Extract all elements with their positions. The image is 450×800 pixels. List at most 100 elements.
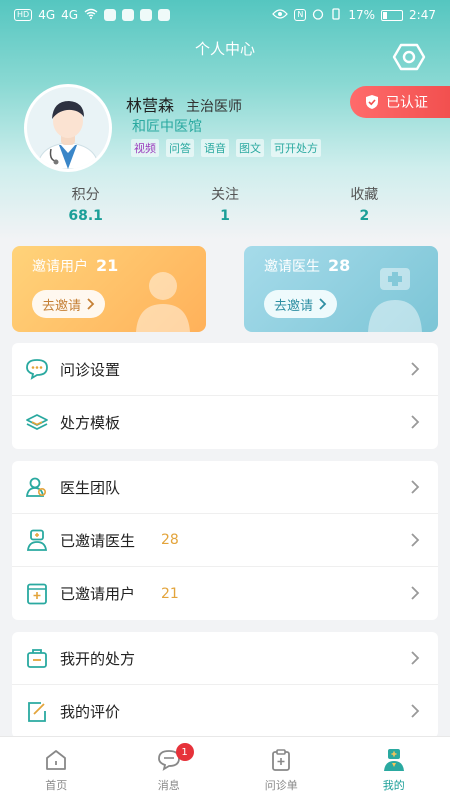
doctor-title: 主治医师 — [186, 99, 243, 115]
signal-icon: 4G — [38, 8, 56, 22]
tab-mine[interactable]: 我的 — [338, 737, 450, 800]
wifi-icon — [84, 8, 98, 22]
invite-doctors-button[interactable]: 去邀请 — [264, 290, 338, 318]
menu-item-prescription-template[interactable]: 处方模板 — [12, 396, 438, 449]
chevron-right-icon — [87, 298, 95, 310]
bottom-tab-bar: 首页 1 消息 问诊单 我的 — [0, 736, 450, 800]
doctor-name-row: 林营森 主治医师 — [126, 92, 242, 116]
chevron-right-icon — [319, 298, 327, 310]
invited-doctors-count: 28 — [161, 532, 179, 548]
settings-hexagon-icon — [392, 43, 426, 71]
alarm-icon — [312, 8, 324, 23]
menu-item-my-reviews[interactable]: 我的评价 — [12, 685, 438, 738]
invite-users-card[interactable]: 邀请用户 21 去邀请 — [12, 246, 206, 332]
tag-voice: 语音 — [201, 139, 229, 157]
stat-label: 积分 — [71, 187, 100, 203]
menu-group-consult: 问诊设置 处方模板 — [12, 343, 438, 449]
invite-users-title-row: 邀请用户 21 — [32, 256, 118, 276]
invite-doctors-card[interactable]: 邀请医生 28 去邀请 — [244, 246, 438, 332]
menu-label: 处方模板 — [60, 414, 121, 432]
menu-label: 已邀请医生 — [60, 531, 136, 550]
stat-value: 2 — [359, 208, 370, 224]
menu-group-team: 医生团队 已邀请医生 28 已邀请用户 21 — [12, 461, 438, 620]
menu-item-doctor-team[interactable]: 医生团队 — [12, 461, 438, 514]
signal-icon-2: 4G — [61, 8, 79, 22]
shield-check-icon — [366, 95, 378, 109]
page-title: 个人中心 — [194, 40, 255, 58]
menu-item-my-prescriptions[interactable]: 我开的处方 — [12, 632, 438, 685]
settings-button[interactable] — [392, 40, 426, 74]
menu-group-records: 我开的处方 我的评价 — [12, 632, 438, 738]
invite-users-count: 21 — [96, 256, 119, 275]
tab-consult-orders[interactable]: 问诊单 — [225, 737, 338, 800]
chevron-right-icon — [411, 586, 420, 600]
menu-label: 问诊设置 — [60, 360, 121, 379]
stat-favorites[interactable]: 收藏 2 — [304, 184, 424, 224]
invite-doctors-title: 邀请医生 — [264, 259, 320, 275]
clipboard-icon — [272, 749, 291, 771]
chevron-right-icon — [411, 704, 420, 718]
edit-note-icon — [24, 699, 50, 725]
doctor-silhouette-icon — [368, 268, 422, 332]
stat-following[interactable]: 关注 1 — [165, 184, 285, 224]
hospital-name: 和匠中医馆 — [132, 119, 202, 135]
user-silhouette-icon — [136, 272, 190, 332]
team-icon — [24, 474, 50, 500]
status-bar: HD 4G 4G N 17% 2:47 — [0, 0, 450, 30]
chevron-right-icon — [411, 415, 420, 429]
tag-text: 图文 — [236, 139, 264, 157]
tag-video: 视频 — [131, 139, 159, 157]
chat-bubble-icon — [24, 356, 50, 382]
doctor-avatar[interactable] — [24, 84, 112, 172]
stat-label: 关注 — [210, 187, 239, 203]
app-notification-icon-4 — [158, 9, 171, 21]
app-notification-icon — [104, 9, 117, 21]
tab-label: 首页 — [45, 779, 68, 792]
unread-badge: 1 — [175, 743, 194, 761]
stat-points[interactable]: 积分 68.1 — [26, 184, 146, 224]
tab-label: 我的 — [382, 779, 405, 792]
tab-label: 问诊单 — [264, 779, 298, 792]
clock: 2:47 — [409, 8, 436, 22]
medicine-box-icon — [24, 645, 50, 671]
battery-icon — [381, 9, 404, 21]
menu-item-invited-doctors[interactable]: 已邀请医生 28 — [12, 514, 438, 567]
eye-icon — [272, 8, 289, 22]
app-notification-icon-2 — [122, 9, 135, 21]
tab-messages[interactable]: 1 消息 — [113, 737, 226, 800]
doctor-profile-icon — [383, 749, 404, 771]
menu-item-invited-users[interactable]: 已邀请用户 21 — [12, 567, 438, 620]
menu-label: 我开的处方 — [60, 649, 136, 668]
app-notification-icon-3 — [140, 9, 153, 21]
menu-item-consult-settings[interactable]: 问诊设置 — [12, 343, 438, 396]
tab-home[interactable]: 首页 — [0, 737, 113, 800]
invited-users-count: 21 — [161, 585, 179, 602]
chevron-right-icon — [411, 362, 420, 376]
nfc-icon: N — [294, 9, 307, 21]
tag-prescription: 可开处方 — [271, 139, 321, 157]
invite-users-button[interactable]: 去邀请 — [32, 290, 106, 318]
service-tags: 视频 问答 语音 图文 可开处方 — [131, 139, 321, 157]
invite-doctors-button-label: 去邀请 — [274, 298, 314, 314]
doctor-icon — [24, 527, 50, 553]
chevron-right-icon — [411, 480, 420, 494]
hd-indicator: HD — [14, 9, 33, 21]
verified-label: 已认证 — [386, 95, 428, 111]
home-icon — [46, 750, 67, 770]
doctor-name: 林营森 — [126, 96, 175, 115]
invite-doctors-count: 28 — [328, 256, 351, 275]
stat-label: 收藏 — [350, 187, 379, 203]
invite-users-title: 邀请用户 — [32, 259, 88, 275]
user-card-icon — [24, 581, 50, 607]
stat-value: 1 — [220, 208, 230, 224]
chevron-right-icon — [411, 651, 420, 665]
menu-label: 已邀请用户 — [60, 585, 136, 603]
tag-qa: 问答 — [166, 139, 194, 157]
vibrate-icon — [330, 7, 342, 23]
menu-label: 我的评价 — [60, 703, 121, 721]
chevron-right-icon — [411, 533, 420, 547]
battery-percent: 17% — [348, 8, 376, 22]
verified-badge[interactable]: 已认证 — [350, 86, 450, 118]
stat-value: 68.1 — [68, 208, 103, 224]
tab-label: 消息 — [157, 779, 180, 792]
